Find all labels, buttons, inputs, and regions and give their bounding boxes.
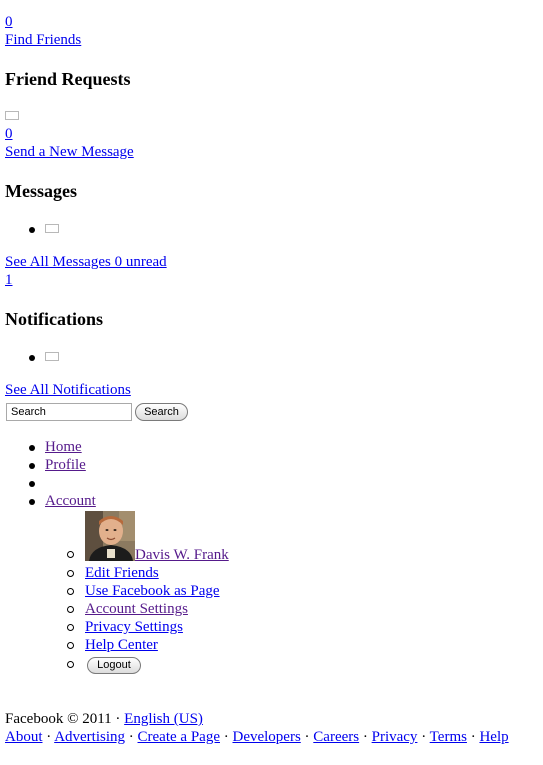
list-bullet — [67, 570, 74, 577]
broken-image-icon — [45, 352, 59, 361]
copyright-text: Facebook © 2011 · — [5, 711, 121, 727]
user-name-link[interactable]: Davis W. Frank — [135, 546, 229, 564]
logout-button[interactable]: Logout — [87, 657, 141, 674]
nav-account-link[interactable]: Account — [45, 492, 96, 510]
privacy-settings-link[interactable]: Privacy Settings — [85, 618, 183, 636]
list-bullet — [29, 463, 35, 469]
list-bullet — [67, 661, 74, 668]
footer-separator: · — [46, 729, 52, 745]
list-bullet — [67, 551, 74, 558]
list-bullet — [29, 499, 35, 505]
list-bullet — [29, 227, 35, 233]
language-link[interactable]: English (US) — [124, 711, 203, 727]
messages-count[interactable]: 0 — [5, 125, 13, 143]
nav-profile-link[interactable]: Profile — [45, 456, 86, 474]
nav-home-link[interactable]: Home — [45, 438, 82, 456]
search-button[interactable]: Search — [135, 403, 188, 421]
footer-separator: · — [223, 729, 229, 745]
see-all-notifications-link[interactable]: See All Notifications — [5, 381, 131, 399]
send-new-message-link[interactable]: Send a New Message — [5, 143, 134, 161]
footer-separator: · — [304, 729, 310, 745]
footer-link-privacy[interactable]: Privacy — [372, 729, 418, 745]
footer-link-terms[interactable]: Terms — [430, 729, 467, 745]
list-bullet — [29, 355, 35, 361]
search-input[interactable] — [6, 403, 132, 421]
find-friends-link[interactable]: Find Friends — [5, 31, 81, 49]
edit-friends-link[interactable]: Edit Friends — [85, 564, 159, 582]
broken-image-icon — [5, 111, 19, 120]
footer-links: About · Advertising · Create a Page · De… — [5, 728, 509, 746]
messages-heading: Messages — [5, 181, 77, 201]
friend-requests-heading: Friend Requests — [5, 69, 131, 89]
notifications-heading: Notifications — [5, 309, 103, 329]
footer-separator: · — [470, 729, 476, 745]
see-all-messages-link[interactable]: See All Messages 0 unread — [5, 253, 167, 271]
list-bullet — [29, 481, 35, 487]
footer-link-about[interactable]: About — [5, 729, 43, 745]
list-bullet — [67, 642, 74, 649]
friend-requests-count[interactable]: 0 — [5, 13, 13, 31]
footer-separator: · — [362, 729, 368, 745]
list-bullet — [67, 588, 74, 595]
footer-link-help[interactable]: Help — [479, 729, 508, 745]
footer-separator: · — [128, 729, 134, 745]
footer-separator: · — [421, 729, 427, 745]
avatar[interactable] — [85, 511, 135, 561]
footer-copyright-line: Facebook © 2011 · English (US) — [5, 710, 203, 728]
list-bullet — [67, 606, 74, 613]
footer-link-create-page[interactable]: Create a Page — [138, 729, 220, 745]
use-facebook-as-page-link[interactable]: Use Facebook as Page — [85, 582, 220, 600]
list-bullet — [67, 624, 74, 631]
footer-link-careers[interactable]: Careers — [313, 729, 359, 745]
notifications-count[interactable]: 1 — [5, 271, 13, 289]
broken-image-icon — [45, 224, 59, 233]
footer-link-developers[interactable]: Developers — [232, 729, 300, 745]
list-bullet — [29, 445, 35, 451]
help-center-link[interactable]: Help Center — [85, 636, 158, 654]
account-settings-link[interactable]: Account Settings — [85, 600, 188, 618]
footer-link-advertising[interactable]: Advertising — [54, 729, 125, 745]
